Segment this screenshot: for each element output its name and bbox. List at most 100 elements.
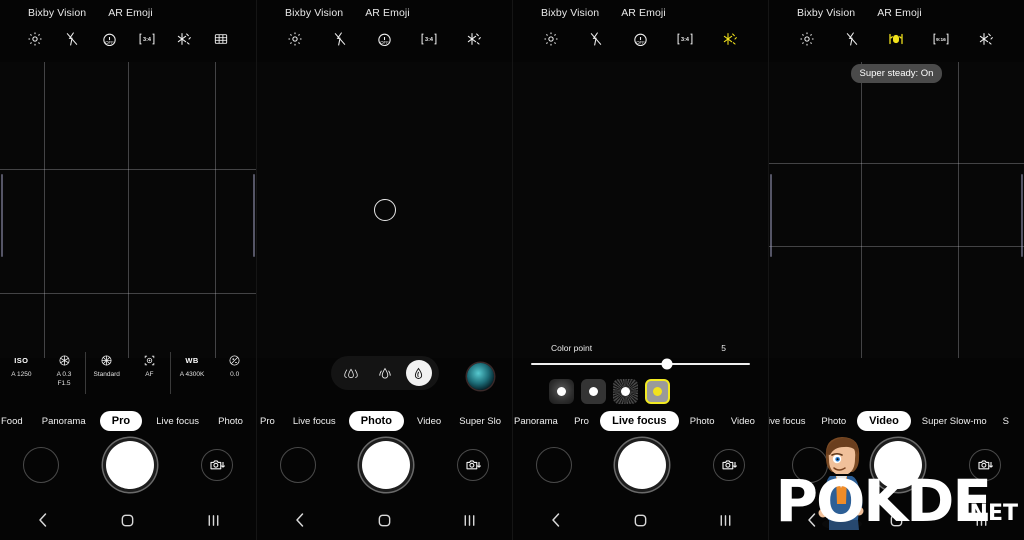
flash-off-icon[interactable] [62,29,82,49]
mode-pro[interactable]: Pro [569,416,594,427]
screenshot-stage: Bixby Vision AR Emoji OFF 3:4 ISO A 1250 [0,0,1024,540]
viewfinder-3[interactable] [769,62,1024,358]
mode-pro[interactable]: Pro [99,411,143,431]
tab-bixby-vision[interactable]: Bixby Vision [797,7,855,19]
home-button[interactable] [374,509,396,531]
mode-super-slo[interactable]: Super Slo [454,416,506,427]
aspect-ratio-9-16-icon[interactable]: 9:16 [931,29,951,49]
filter-icon[interactable] [174,29,194,49]
live-focus-filter-0[interactable] [338,360,364,386]
tab-ar-emoji[interactable]: AR Emoji [365,7,410,19]
viewfinder-0[interactable] [0,62,256,358]
mode-video[interactable]: Video [857,411,911,431]
settings-gear-icon[interactable] [797,29,817,49]
mode-food[interactable]: Food [0,416,28,427]
top-tabs: Bixby Vision AR Emoji [257,0,512,19]
mode-video[interactable]: Video [726,416,760,427]
shutter-button[interactable] [105,441,154,489]
pro-control-5[interactable]: 0.0 [213,353,256,380]
super-steady-icon[interactable] [886,29,906,49]
filter-icon[interactable] [976,29,996,49]
settings-gear-icon[interactable] [285,29,305,49]
mode-photo[interactable]: Photo [685,416,720,427]
back-button[interactable] [545,509,567,531]
gallery-button[interactable] [23,447,60,483]
home-button[interactable] [886,509,908,531]
gallery-button[interactable] [536,447,573,483]
pro-control-3[interactable]: AF [128,353,171,380]
mode-s[interactable]: S [998,416,1014,427]
mode-pro[interactable]: Pro [257,416,280,427]
focus-ring[interactable] [373,199,396,221]
flash-off-icon[interactable] [842,29,862,49]
blur-effect-thumb[interactable] [549,379,574,404]
filter-icon[interactable] [720,29,740,49]
gallery-button[interactable] [792,447,829,483]
viewfinder-1[interactable] [257,62,512,358]
flash-off-icon[interactable] [330,29,350,49]
pro-control-value: 0.0 [230,371,240,378]
switch-camera-button[interactable] [968,449,1001,481]
top-icon-row: OFF 3:4 [513,24,768,54]
mode-ive-focus[interactable]: ive focus [769,416,811,427]
mode-video[interactable]: Video [412,416,446,427]
flash-off-icon[interactable] [586,29,606,49]
filter-icon[interactable] [464,29,484,49]
shutter-button[interactable] [874,441,923,489]
mode-photo[interactable]: Photo [816,416,851,427]
tab-ar-emoji[interactable]: AR Emoji [108,7,153,19]
zoom-effect-thumb[interactable] [613,379,638,404]
back-button[interactable] [801,509,823,531]
top-bar-1: Bixby Vision AR Emoji OFF 3:4 [257,0,512,62]
android-nav-bar-2 [513,500,768,540]
viewfinder-2[interactable] [513,62,768,358]
aspect-ratio-3-4-icon[interactable]: 3:4 [419,29,439,49]
live-focus-filter-1[interactable] [372,360,398,386]
timer-off-icon[interactable]: OFF [374,29,394,49]
settings-gear-icon[interactable] [25,29,45,49]
shutter-button[interactable] [618,441,667,489]
back-button[interactable] [32,509,54,531]
mode-panorama[interactable]: Panorama [37,416,91,427]
super-steady-tooltip: Super steady: On [850,64,943,83]
color-point-slider[interactable] [531,358,750,370]
timer-off-icon[interactable]: OFF [630,29,650,49]
mode-live-focus[interactable]: Live focus [288,416,341,427]
switch-camera-button[interactable] [456,449,489,481]
settings-gear-icon[interactable] [541,29,561,49]
tab-ar-emoji[interactable]: AR Emoji [621,7,666,19]
back-button[interactable] [289,509,311,531]
spin-effect-thumb[interactable] [581,379,606,404]
grid-icon[interactable] [211,29,231,49]
recents-button[interactable] [971,509,993,531]
live-focus-filter-2[interactable] [405,360,432,386]
timer-off-icon[interactable]: OFF [99,29,119,49]
lens-preview-thumbnail[interactable] [467,363,494,390]
mode-panorama[interactable]: Panorama [513,416,563,427]
mode-photo[interactable]: Photo [213,416,248,427]
aspect-ratio-3-4-icon[interactable]: 3:4 [137,29,157,49]
mode-live-focus[interactable]: Live focus [600,411,679,431]
mode-super-slow-mo[interactable]: Super Slow-mo [917,416,992,427]
mode-photo[interactable]: Photo [348,411,404,431]
shutter-button[interactable] [362,441,411,489]
pro-control-2[interactable]: Standard [85,353,128,380]
tab-bixby-vision[interactable]: Bixby Vision [285,7,343,19]
tab-ar-emoji[interactable]: AR Emoji [877,7,922,19]
tab-bixby-vision[interactable]: Bixby Vision [541,7,599,19]
switch-camera-button[interactable] [200,449,233,481]
home-button[interactable] [117,509,139,531]
recents-button[interactable] [202,509,224,531]
aspect-ratio-3-4-icon[interactable]: 3:4 [675,29,695,49]
tab-bixby-vision[interactable]: Bixby Vision [28,7,86,19]
home-button[interactable] [630,509,652,531]
gallery-button[interactable] [280,447,317,483]
color-point-thumb[interactable] [645,379,670,404]
pro-control-0[interactable]: ISO A 1250 [0,353,43,380]
pro-control-4[interactable]: WB A 4300K [171,353,214,380]
recents-button[interactable] [459,509,481,531]
pro-control-1[interactable]: A 0.3 F1.5 [43,353,86,389]
recents-button[interactable] [715,509,737,531]
switch-camera-button[interactable] [712,449,745,481]
mode-live-focus[interactable]: Live focus [151,416,204,427]
